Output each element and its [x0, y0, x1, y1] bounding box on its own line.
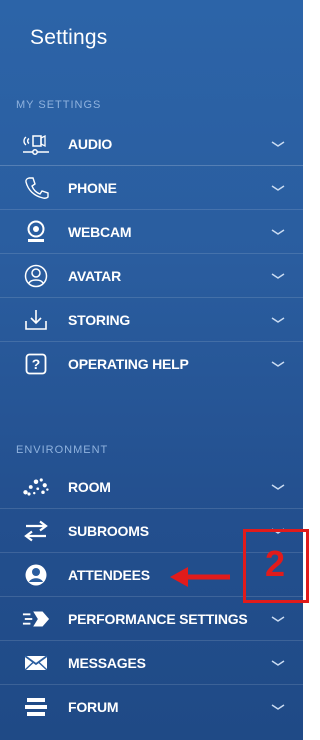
envelope-icon: [22, 651, 50, 675]
menu-item-label: OPERATING HELP: [68, 356, 189, 372]
attendee-icon: [22, 563, 50, 587]
menu-item-label: AVATAR: [68, 267, 121, 284]
chevron-down-icon: [271, 316, 285, 323]
download-icon: [22, 308, 50, 332]
menu-item-room[interactable]: ROOM: [0, 465, 303, 509]
chevron-down-icon: [271, 184, 285, 191]
swap-arrows-icon: [22, 519, 50, 543]
annotation-number: 2: [264, 543, 286, 584]
menu-item-messages[interactable]: MESSAGES: [0, 641, 303, 685]
chevron-down-icon: [271, 483, 285, 490]
question-icon: ?: [22, 352, 50, 376]
section-title-environment: ENVIRONMENT: [16, 444, 109, 456]
section-title-my-settings: MY SETTINGS: [16, 99, 102, 111]
menu-item-label: WEBCAM: [68, 223, 132, 240]
menu-item-audio[interactable]: AUDIO: [0, 122, 303, 166]
menu-item-label: ATTENDEES: [68, 566, 150, 583]
menu-item-performance-settings[interactable]: PERFORMANCE SETTINGS: [0, 597, 303, 641]
menu-item-label: AUDIO: [68, 135, 113, 152]
menu-item-forum[interactable]: FORUM: [0, 685, 303, 729]
phone-icon: [22, 176, 50, 200]
menu-item-label: FORUM: [68, 699, 119, 715]
settings-panel: Settings MY SETTINGS AUDIO PHONE WEBCAM …: [0, 0, 303, 740]
menu-item-label: ROOM: [68, 478, 111, 495]
chevron-down-icon: [271, 615, 285, 622]
avatar-icon: [22, 264, 50, 288]
menu-item-label: PHONE: [68, 179, 117, 196]
menu-item-label: PERFORMANCE SETTINGS: [68, 610, 248, 627]
menu-item-phone[interactable]: PHONE: [0, 166, 303, 210]
menu-item-label: SUBROOMS: [68, 522, 149, 539]
performance-icon: [22, 607, 50, 631]
room-dots-icon: [22, 475, 50, 499]
svg-text:?: ?: [32, 356, 41, 372]
audio-slider-icon: [22, 132, 50, 156]
chevron-down-icon: [271, 704, 285, 710]
menu-item-label: MESSAGES: [68, 654, 146, 671]
forum-icon: [22, 695, 50, 719]
menu-item-avatar[interactable]: AVATAR: [0, 254, 303, 298]
webcam-icon: [22, 220, 50, 244]
chevron-down-icon: [271, 361, 285, 367]
chevron-down-icon: [271, 272, 285, 279]
menu-item-storing[interactable]: STORING: [0, 298, 303, 342]
chevron-down-icon: [271, 659, 285, 666]
menu-item-webcam[interactable]: WEBCAM: [0, 210, 303, 254]
menu-item-operating-help[interactable]: ? OPERATING HELP: [0, 342, 303, 386]
annotation-arrow-icon: [170, 567, 230, 587]
chevron-down-icon: [271, 228, 285, 235]
chevron-down-icon: [271, 140, 285, 147]
menu-item-label: STORING: [68, 311, 131, 328]
panel-title: Settings: [30, 26, 108, 49]
